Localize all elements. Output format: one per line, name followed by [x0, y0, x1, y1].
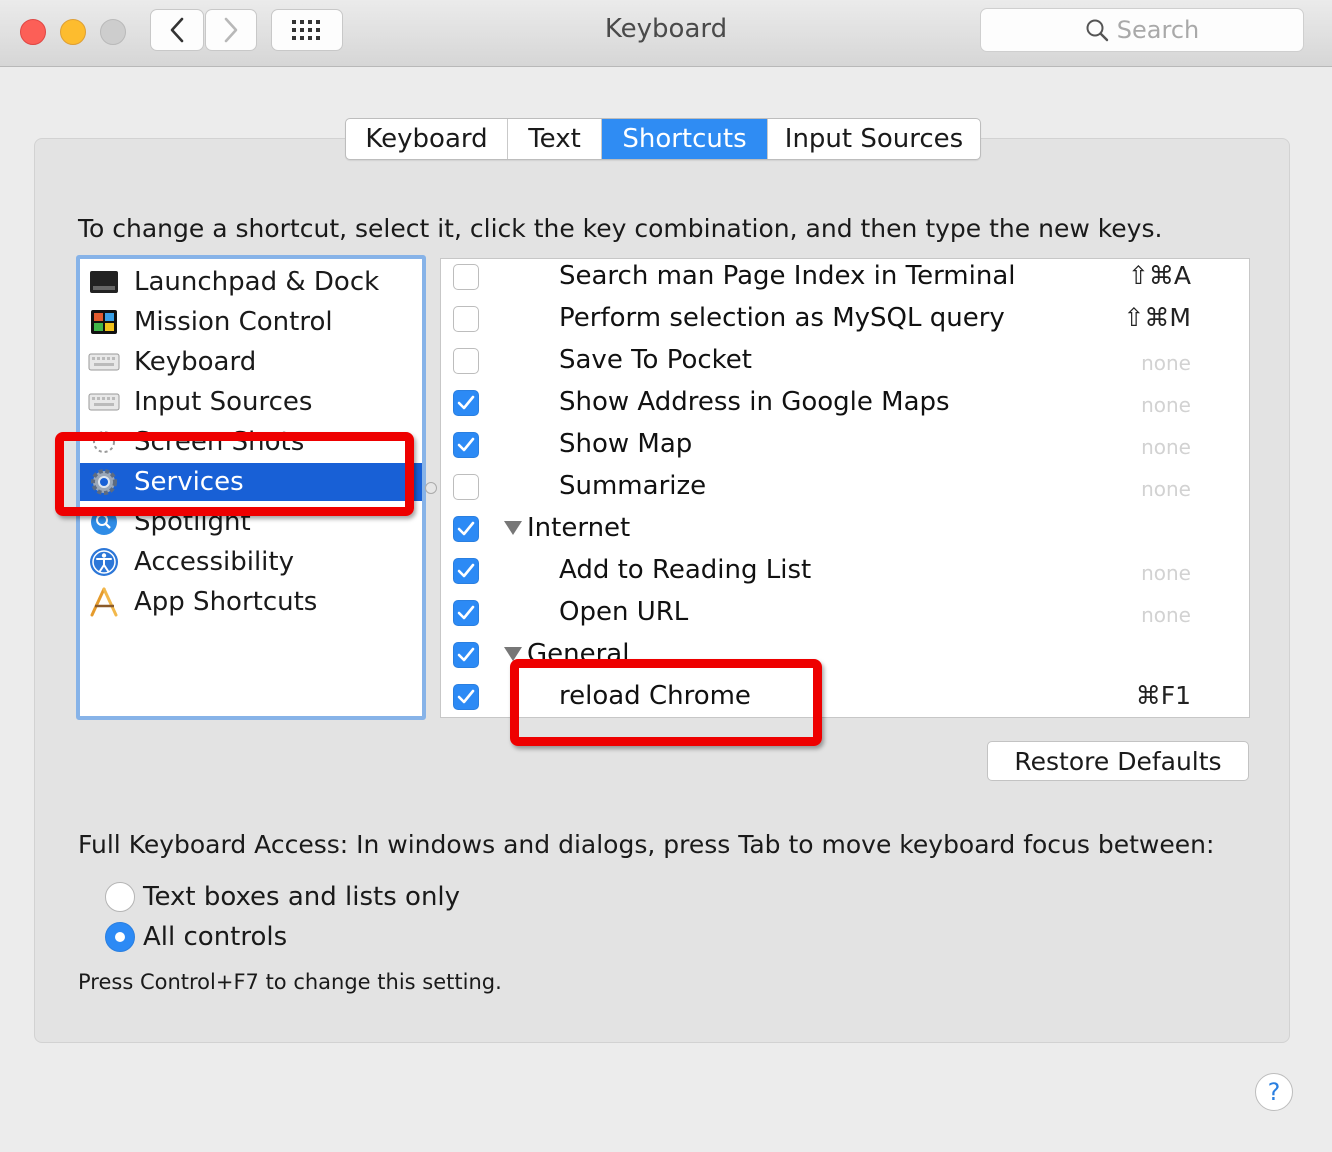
category-label: App Shortcuts [134, 587, 318, 617]
radio-button[interactable] [105, 922, 135, 952]
category-item-input-sources[interactable]: Input Sources [80, 383, 422, 421]
annotation-highlight-services [55, 432, 414, 516]
radio-button[interactable] [105, 882, 135, 912]
shortcut-label: Show Map [559, 429, 693, 459]
category-item-accessibility[interactable]: Accessibility [80, 543, 422, 581]
radio-label: All controls [143, 922, 288, 952]
keyboard-icon [88, 386, 120, 418]
disclosure-triangle-icon[interactable] [504, 521, 522, 535]
checkmark-icon [457, 605, 475, 620]
shortcut-label: Open URL [559, 597, 689, 627]
shortcut-key[interactable]: none [1141, 477, 1191, 501]
shortcut-group-label: Internet [527, 513, 631, 543]
shortcut-row[interactable]: Add to Reading List none [441, 553, 1249, 595]
shortcut-label: Summarize [559, 471, 707, 501]
shortcut-checkbox[interactable] [453, 642, 479, 668]
tab-shortcuts[interactable]: Shortcuts [602, 119, 768, 159]
shortcut-checkbox[interactable] [453, 264, 479, 290]
tab-input-sources[interactable]: Input Sources [768, 119, 980, 159]
shortcut-key[interactable]: none [1141, 561, 1191, 585]
accessibility-icon [88, 546, 120, 578]
keyboard-icon [88, 346, 120, 378]
title-bar: Keyboard Search [0, 0, 1332, 67]
tab-bar: Keyboard Text Shortcuts Input Sources [345, 118, 981, 160]
tab-keyboard[interactable]: Keyboard [346, 119, 508, 159]
shortcut-key[interactable]: none [1141, 435, 1191, 459]
shortcut-label: Show Address in Google Maps [559, 387, 950, 417]
radio-label: Text boxes and lists only [143, 882, 461, 912]
checkmark-icon [457, 563, 475, 578]
shortcut-checkbox[interactable] [453, 600, 479, 626]
category-label: Mission Control [134, 307, 333, 337]
shortcut-row[interactable]: Perform selection as MySQL query ⇧⌘M [441, 301, 1249, 343]
shortcut-row[interactable]: Show Address in Google Maps none [441, 385, 1249, 427]
category-label: Accessibility [134, 547, 294, 577]
search-placeholder: Search [1116, 16, 1200, 44]
shortcut-key[interactable]: none [1141, 351, 1191, 375]
full-keyboard-access-label: Full Keyboard Access: In windows and dia… [78, 830, 1215, 859]
shortcut-checkbox[interactable] [453, 684, 479, 710]
shortcut-label: Add to Reading List [559, 555, 812, 585]
tab-text[interactable]: Text [508, 119, 602, 159]
shortcut-key[interactable]: ⇧⌘M [1123, 303, 1191, 332]
search-field[interactable]: Search [980, 8, 1304, 52]
shortcut-row[interactable]: Summarize none [441, 469, 1249, 511]
annotation-highlight-reload-chrome [510, 659, 822, 746]
checkmark-icon [457, 395, 475, 410]
checkmark-icon [457, 647, 475, 662]
category-item-mission-control[interactable]: Mission Control [80, 303, 422, 341]
shortcut-label: Save To Pocket [559, 345, 752, 375]
instruction-text: To change a shortcut, select it, click t… [78, 214, 1163, 243]
shortcut-checkbox[interactable] [453, 432, 479, 458]
split-view-handle[interactable] [425, 482, 437, 494]
category-label: Launchpad & Dock [134, 267, 380, 297]
shortcut-list[interactable]: Search man Page Index in Terminal ⇧⌘A Pe… [440, 258, 1250, 718]
radio-option-all-controls[interactable]: All controls [105, 920, 287, 954]
shortcut-checkbox[interactable] [453, 390, 479, 416]
search-icon [1086, 19, 1108, 42]
app-shortcuts-icon [88, 586, 120, 618]
shortcut-label: Search man Page Index in Terminal [559, 261, 1016, 291]
shortcut-row[interactable]: Save To Pocket none [441, 343, 1249, 385]
shortcut-checkbox[interactable] [453, 474, 479, 500]
shortcut-label: Perform selection as MySQL query [559, 303, 1005, 333]
checkmark-icon [457, 689, 475, 704]
shortcut-checkbox[interactable] [453, 306, 479, 332]
checkmark-icon [457, 437, 475, 452]
shortcut-checkbox[interactable] [453, 558, 479, 584]
keyboard-access-hint: Press Control+F7 to change this setting. [78, 970, 502, 994]
shortcut-row[interactable]: Open URL none [441, 595, 1249, 637]
shortcut-row[interactable]: Search man Page Index in Terminal ⇧⌘A [441, 259, 1249, 301]
launchpad-icon [88, 266, 120, 298]
checkmark-icon [457, 521, 475, 536]
mission-control-icon [88, 306, 120, 338]
category-label: Keyboard [134, 347, 257, 377]
radio-option-text-boxes[interactable]: Text boxes and lists only [105, 880, 460, 914]
shortcut-checkbox[interactable] [453, 516, 479, 542]
shortcut-group-row[interactable]: Internet [441, 511, 1249, 553]
shortcut-key[interactable]: ⌘F1 [1136, 681, 1191, 710]
help-button[interactable]: ? [1255, 1073, 1293, 1111]
shortcut-checkbox[interactable] [453, 348, 479, 374]
shortcut-key[interactable]: none [1141, 393, 1191, 417]
shortcut-key[interactable]: ⇧⌘A [1128, 261, 1191, 290]
category-item-launchpad-dock[interactable]: Launchpad & Dock [80, 263, 422, 301]
category-item-keyboard[interactable]: Keyboard [80, 343, 422, 381]
category-item-app-shortcuts[interactable]: App Shortcuts [80, 583, 422, 621]
category-label: Input Sources [134, 387, 313, 417]
restore-defaults-button[interactable]: Restore Defaults [987, 741, 1249, 781]
shortcut-row[interactable]: Show Map none [441, 427, 1249, 469]
shortcut-key[interactable]: none [1141, 603, 1191, 627]
